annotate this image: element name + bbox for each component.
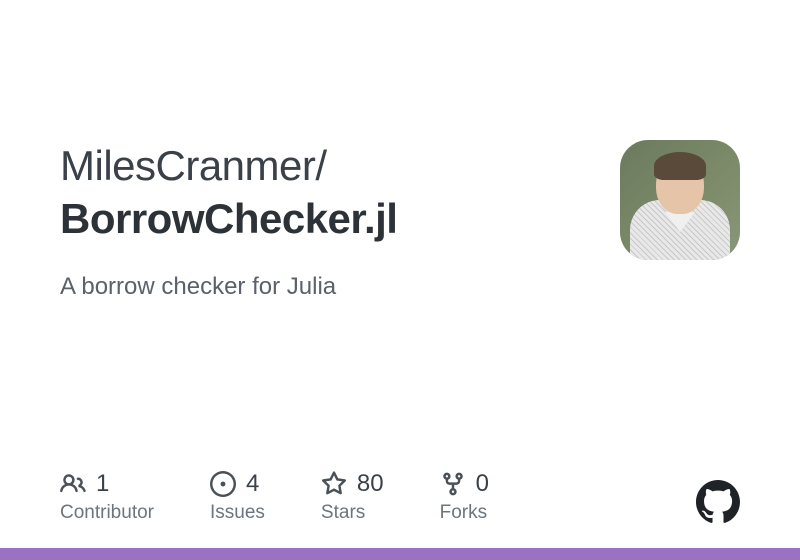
repo-name[interactable]: BorrowChecker.jl xyxy=(60,195,397,242)
issue-icon xyxy=(210,471,236,497)
avatar[interactable] xyxy=(620,140,740,260)
title-block: MilesCranmer/ BorrowChecker.jl A borrow … xyxy=(60,140,620,301)
avatar-image xyxy=(620,140,740,260)
repo-separator: / xyxy=(315,142,326,189)
stat-label: Contributor xyxy=(60,502,154,524)
stat-forks[interactable]: 0 Forks xyxy=(440,470,489,524)
repo-title: MilesCranmer/ BorrowChecker.jl xyxy=(60,140,620,245)
stat-stars[interactable]: 80 Stars xyxy=(321,470,384,524)
accent-bar xyxy=(0,548,800,560)
stat-count: 80 xyxy=(357,470,384,498)
repo-description: A borrow checker for Julia xyxy=(60,273,620,301)
people-icon xyxy=(60,471,86,497)
header-row: MilesCranmer/ BorrowChecker.jl A borrow … xyxy=(60,140,740,301)
repo-owner[interactable]: MilesCranmer xyxy=(60,142,315,189)
stat-contributors[interactable]: 1 Contributor xyxy=(60,470,154,524)
stats-row: 1 Contributor 4 Issues 80 xyxy=(60,470,740,524)
stat-label: Stars xyxy=(321,502,365,524)
star-icon xyxy=(321,471,347,497)
stat-issues[interactable]: 4 Issues xyxy=(210,470,265,524)
fork-icon xyxy=(440,471,466,497)
stats-list: 1 Contributor 4 Issues 80 xyxy=(60,470,489,524)
github-logo-icon[interactable] xyxy=(696,480,740,524)
stat-label: Forks xyxy=(440,502,488,524)
stat-count: 4 xyxy=(246,470,259,498)
stat-count: 0 xyxy=(476,470,489,498)
stat-count: 1 xyxy=(96,470,109,498)
stat-label: Issues xyxy=(210,502,265,524)
